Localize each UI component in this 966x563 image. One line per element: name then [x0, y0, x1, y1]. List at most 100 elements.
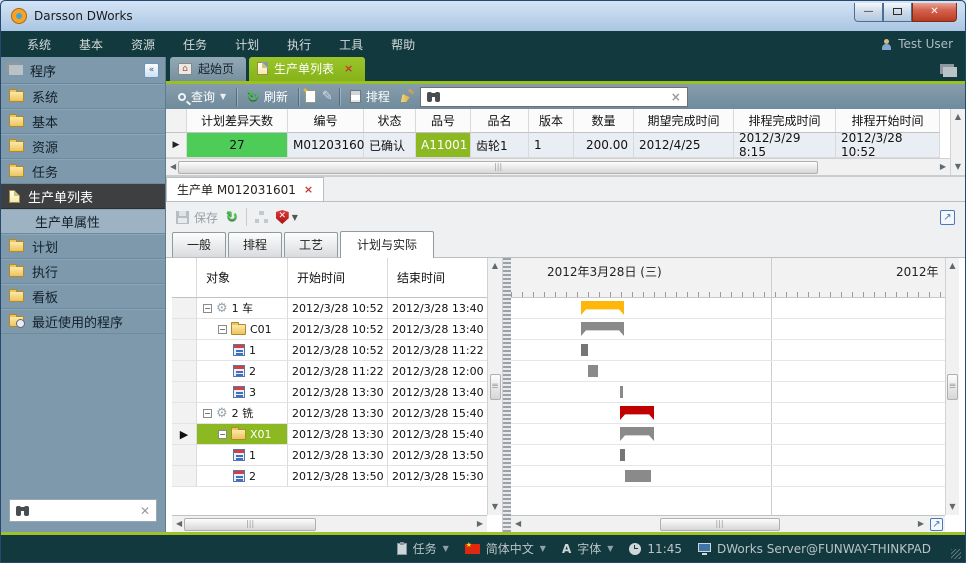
table-row[interactable]: 22012/3/28 13:502012/3/28 15:30	[172, 466, 502, 487]
menu-help[interactable]: 帮助	[377, 32, 429, 57]
object-cell[interactable]: 3	[197, 382, 288, 403]
sidebar-item-tasks[interactable]: 任务	[1, 159, 165, 184]
broom-icon[interactable]	[400, 90, 414, 103]
open-window-icon[interactable]: ↗	[940, 210, 955, 225]
grid-col-header[interactable]: 计划差异天数	[187, 109, 288, 133]
tab-home[interactable]: ⌂ 起始页	[170, 57, 246, 81]
schedule-button[interactable]: 排程	[346, 86, 394, 107]
object-cell[interactable]: 1	[197, 340, 288, 361]
sidebar-collapse-button[interactable]: «	[144, 63, 159, 78]
maximize-button[interactable]	[883, 3, 912, 22]
sidebar-item-resources[interactable]: 资源	[1, 134, 165, 159]
object-cell[interactable]: −C01	[197, 319, 288, 340]
list-search-input[interactable]	[446, 90, 665, 104]
edit-icon[interactable]: ✎	[322, 89, 333, 104]
order-detail-tab[interactable]: 生产单 M012031601 ×	[166, 177, 324, 201]
sidebar-item-production-order-list[interactable]: 生产单列表	[1, 184, 165, 209]
grid-col-header[interactable]: 品号	[416, 109, 471, 133]
table-row[interactable]: −C012012/3/28 10:522012/3/28 13:40	[172, 319, 502, 340]
grid-col-header[interactable]: 状态	[364, 109, 416, 133]
table-row[interactable]: 32012/3/28 13:302012/3/28 13:40	[172, 382, 502, 403]
table-col-header[interactable]: 开始时间	[288, 258, 388, 297]
title-bar[interactable]: Darsson DWorks — ✕	[1, 1, 965, 31]
scroll-right-icon[interactable]: ▶	[938, 161, 948, 173]
sidebar-item-execute[interactable]: 执行	[1, 259, 165, 284]
status-tasks[interactable]: 任务▼	[397, 540, 449, 557]
object-cell[interactable]: −⚙1 车	[197, 298, 288, 319]
scroll-left-icon[interactable]: ◀	[168, 161, 178, 173]
grid-col-header[interactable]: 数量	[574, 109, 634, 133]
new-document-icon[interactable]	[305, 90, 316, 103]
query-dropdown-icon[interactable]: ▼	[220, 92, 226, 101]
tree-expander-icon[interactable]: −	[218, 430, 227, 439]
table-vscrollbar[interactable]: ▲ ▼	[487, 258, 502, 515]
grid-col-header[interactable]: 期望完成时间	[634, 109, 734, 133]
dropdown-icon[interactable]: ▼	[540, 544, 546, 553]
gantt-bar[interactable]	[588, 365, 598, 377]
list-search-clear-icon[interactable]: ×	[671, 90, 681, 104]
gantt-bar[interactable]	[581, 322, 624, 336]
menu-basic[interactable]: 基本	[65, 32, 117, 57]
gantt-hscrollbar[interactable]: ◀ ▶ ↗	[511, 515, 945, 532]
grid-col-header[interactable]: 编号	[288, 109, 364, 133]
gantt-bar[interactable]	[620, 406, 654, 420]
subtab-general[interactable]: 一般	[172, 232, 226, 257]
table-col-header[interactable]: 对象	[197, 258, 288, 297]
subtab-process[interactable]: 工艺	[284, 232, 338, 257]
object-cell[interactable]: −⚙2 铣	[197, 403, 288, 424]
validate-button[interactable]: ✕ ▼	[276, 210, 298, 224]
minimize-button[interactable]: —	[854, 3, 883, 22]
menu-resources[interactable]: 资源	[117, 32, 169, 57]
subtab-plan-vs-actual[interactable]: 计划与实际	[340, 231, 434, 258]
grid-vscrollbar[interactable]: ▲ ▼	[950, 109, 965, 175]
orgchart-icon[interactable]	[255, 211, 268, 223]
table-row[interactable]: 12012/3/28 13:302012/3/28 13:50	[172, 445, 502, 466]
grid-col-header[interactable]: 版本	[529, 109, 574, 133]
grid-hscrollbar[interactable]: ◀ ▶	[166, 158, 950, 175]
menu-tools[interactable]: 工具	[325, 32, 377, 57]
pages-icon[interactable]	[943, 67, 957, 77]
table-row[interactable]: 22012/3/28 11:222012/3/28 12:00	[172, 361, 502, 382]
tree-expander-icon[interactable]: −	[218, 325, 227, 334]
subtab-schedule[interactable]: 排程	[228, 232, 282, 257]
object-cell[interactable]: 1	[197, 445, 288, 466]
gantt-expand-icon[interactable]: ↗	[930, 518, 943, 531]
order-refresh-icon[interactable]: ↻	[226, 210, 238, 224]
sidebar-search-input[interactable]	[35, 504, 134, 518]
table-row[interactable]: ▶−X012012/3/28 13:302012/3/28 15:40	[172, 424, 502, 445]
table-col-header[interactable]: 结束时间	[388, 258, 488, 297]
shield-dropdown-icon[interactable]: ▼	[292, 213, 298, 222]
sidebar-item-recent-programs[interactable]: 最近使用的程序	[1, 309, 165, 334]
table-hscrollbar[interactable]: ◀ ▶	[172, 515, 487, 532]
sidebar-item-plan[interactable]: 计划	[1, 234, 165, 259]
gantt-bar[interactable]	[581, 301, 624, 315]
order-tab-close-icon[interactable]: ×	[304, 183, 313, 196]
sidebar-item-system[interactable]: 系统	[1, 84, 165, 109]
gantt-bar[interactable]	[625, 470, 651, 482]
status-font[interactable]: A字体▼	[562, 540, 613, 557]
table-row[interactable]: −⚙2 铣2012/3/28 13:302012/3/28 15:40	[172, 403, 502, 424]
tree-expander-icon[interactable]: −	[203, 409, 212, 418]
menu-plan[interactable]: 计划	[221, 32, 273, 57]
pane-splitter[interactable]	[503, 258, 511, 532]
query-button[interactable]: 查询 ▼	[174, 86, 230, 107]
gantt-bar[interactable]	[620, 386, 623, 398]
menu-execute[interactable]: 执行	[273, 32, 325, 57]
save-button[interactable]: 保存	[176, 209, 218, 226]
table-row[interactable]: −⚙1 车2012/3/28 10:522012/3/28 13:40	[172, 298, 502, 319]
status-language[interactable]: 简体中文▼	[465, 540, 546, 557]
grid-col-header[interactable]: 品名	[471, 109, 529, 133]
dropdown-icon[interactable]: ▼	[607, 544, 613, 553]
sidebar-item-basic[interactable]: 基本	[1, 109, 165, 134]
dropdown-icon[interactable]: ▼	[443, 544, 449, 553]
sidebar-item-production-order-properties[interactable]: 生产单属性	[1, 209, 165, 234]
grid-col-header[interactable]: 排程完成时间	[734, 109, 836, 133]
gantt-bar[interactable]	[581, 344, 588, 356]
close-button[interactable]: ✕	[912, 3, 957, 22]
gantt-bar[interactable]	[620, 427, 654, 441]
menu-system[interactable]: 系统	[13, 32, 65, 57]
refresh-button[interactable]: ↻ 刷新	[243, 86, 292, 107]
gantt-bar[interactable]	[620, 449, 625, 461]
object-cell[interactable]: −X01	[197, 424, 288, 445]
tree-expander-icon[interactable]: −	[203, 304, 212, 313]
